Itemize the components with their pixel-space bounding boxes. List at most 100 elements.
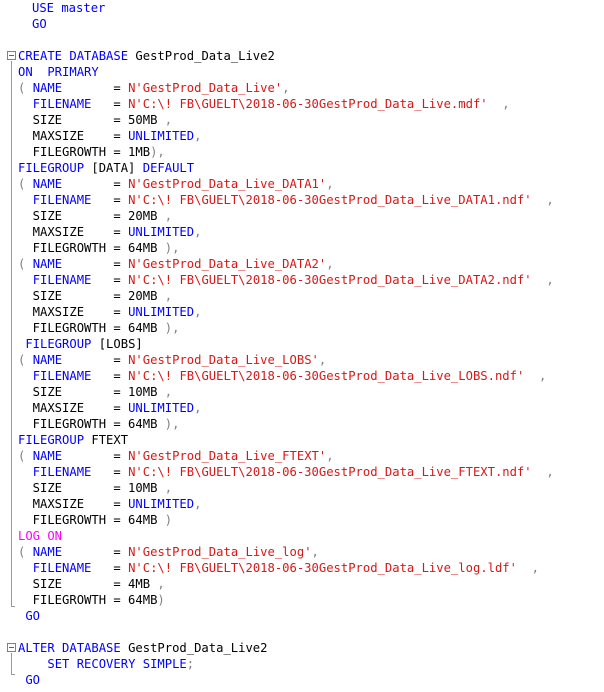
- code-line[interactable]: SIZE = 10MB ,: [0, 384, 604, 400]
- code-token: =: [62, 545, 129, 559]
- code-token: MAXSIZE =: [18, 401, 129, 415]
- code-token: ,: [311, 545, 319, 559]
- code-token: ALTER DATABASE: [18, 641, 129, 655]
- code-line[interactable]: FILENAME = N'C:\! FB\GUELT\2018-06-30Ges…: [0, 560, 604, 576]
- code-token: FTEXT: [91, 433, 129, 447]
- code-line[interactable]: MAXSIZE = UNLIMITED,: [0, 400, 604, 416]
- code-token: USE master: [32, 1, 106, 15]
- code-token: UNLIMITED: [128, 305, 195, 319]
- code-token: GestProd_Data_Live2: [135, 49, 275, 63]
- code-line[interactable]: CREATE DATABASE GestProd_Data_Live2: [0, 48, 604, 64]
- code-line[interactable]: MAXSIZE = UNLIMITED,: [0, 128, 604, 144]
- code-token: SIZE = 10MB: [18, 385, 158, 399]
- code-line[interactable]: FILEGROWTH = 64MB ),: [0, 416, 604, 432]
- code-line[interactable]: MAXSIZE = UNLIMITED,: [0, 224, 604, 240]
- code-token: ),: [157, 321, 180, 335]
- code-line[interactable]: ON PRIMARY: [0, 64, 604, 80]
- code-token: FILEGROUP: [18, 161, 92, 175]
- code-line[interactable]: FILENAME = N'C:\! FB\GUELT\2018-06-30Ges…: [0, 192, 604, 208]
- code-token: FILEGROWTH = 64MB: [18, 321, 158, 335]
- code-token: =: [62, 353, 129, 367]
- code-line[interactable]: FILEGROWTH = 64MB ),: [0, 240, 604, 256]
- sql-code-editor[interactable]: USE master GO CREATE DATABASE GestProd_Da…: [0, 0, 604, 692]
- code-token: N'GestProd_Data_Live_DATA2': [128, 257, 327, 271]
- code-token: ): [157, 513, 173, 527]
- code-token: ,: [531, 465, 554, 479]
- code-token: =: [62, 449, 129, 463]
- code-line[interactable]: ( NAME = N'GestProd_Data_Live_LOBS',: [0, 352, 604, 368]
- code-line[interactable]: GO: [0, 608, 604, 624]
- code-line[interactable]: FILEGROUP [LOBS]: [0, 336, 604, 352]
- code-token: MAXSIZE =: [18, 497, 129, 511]
- code-line[interactable]: FILEGROUP FTEXT: [0, 432, 604, 448]
- code-token: N'GestProd_Data_Live': [128, 81, 283, 95]
- code-token: [LOBS]: [98, 337, 143, 351]
- code-token: N'GestProd_Data_Live_log': [128, 545, 312, 559]
- code-token: ,: [157, 385, 173, 399]
- code-token: =: [91, 273, 129, 287]
- code-token: GO: [32, 17, 47, 31]
- code-line[interactable]: FILEGROWTH = 1MB),: [0, 144, 604, 160]
- code-line[interactable]: FILEGROWTH = 64MB ): [0, 512, 604, 528]
- code-token: ON PRIMARY: [18, 65, 99, 79]
- code-line[interactable]: SIZE = 20MB ,: [0, 288, 604, 304]
- code-line[interactable]: SIZE = 10MB ,: [0, 480, 604, 496]
- code-line[interactable]: GO: [0, 16, 604, 32]
- code-token: SIZE = 20MB: [18, 209, 158, 223]
- code-line[interactable]: FILEGROWTH = 64MB): [0, 592, 604, 608]
- code-line[interactable]: [0, 32, 604, 48]
- code-token: N'C:\! FB\GUELT\2018-06-30GestProd_Data_…: [128, 465, 532, 479]
- code-token: ,: [194, 129, 202, 143]
- code-token: FILEGROWTH = 1MB: [18, 145, 151, 159]
- code-line[interactable]: LOG ON: [0, 528, 604, 544]
- code-token: UNLIMITED: [128, 401, 195, 415]
- code-line[interactable]: SIZE = 4MB ,: [0, 576, 604, 592]
- code-token: GO: [18, 609, 41, 623]
- code-token: ),: [157, 241, 180, 255]
- code-token: NAME: [32, 545, 63, 559]
- code-token: ,: [326, 177, 334, 191]
- code-line[interactable]: GO: [0, 672, 604, 688]
- code-line[interactable]: [0, 624, 604, 640]
- code-line[interactable]: ( NAME = N'GestProd_Data_Live_log',: [0, 544, 604, 560]
- code-line[interactable]: FILEGROUP [DATA] DEFAULT: [0, 160, 604, 176]
- code-line[interactable]: FILENAME = N'C:\! FB\GUELT\2018-06-30Ges…: [0, 272, 604, 288]
- code-token: FILENAME: [32, 97, 92, 111]
- code-token: FILENAME: [32, 193, 92, 207]
- code-line[interactable]: FILEGROWTH = 64MB ),: [0, 320, 604, 336]
- code-token: NAME: [32, 81, 63, 95]
- code-line[interactable]: FILENAME = N'C:\! FB\GUELT\2018-06-30Ges…: [0, 96, 604, 112]
- code-token: FILEGROWTH = 64MB: [18, 593, 158, 607]
- code-line[interactable]: ( NAME = N'GestProd_Data_Live_DATA2',: [0, 256, 604, 272]
- code-token: =: [62, 257, 129, 271]
- code-token: =: [62, 81, 129, 95]
- code-token: =: [62, 177, 129, 191]
- code-line[interactable]: ALTER DATABASE GestProd_Data_Live2: [0, 640, 604, 656]
- code-token: UNLIMITED: [128, 225, 195, 239]
- code-line[interactable]: SIZE = 20MB ,: [0, 208, 604, 224]
- code-token: ,: [531, 273, 554, 287]
- code-token: SIZE = 50MB: [18, 113, 158, 127]
- code-text-area[interactable]: USE master GO CREATE DATABASE GestProd_Da…: [0, 0, 604, 688]
- code-token: UNLIMITED: [128, 129, 195, 143]
- code-line[interactable]: ( NAME = N'GestProd_Data_Live_DATA1',: [0, 176, 604, 192]
- code-token: ,: [487, 97, 510, 111]
- code-line[interactable]: ( NAME = N'GestProd_Data_Live_FTEXT',: [0, 448, 604, 464]
- code-line[interactable]: USE master: [0, 0, 604, 16]
- code-token: (: [18, 81, 33, 95]
- code-line[interactable]: SET RECOVERY SIMPLE;: [0, 656, 604, 672]
- code-line[interactable]: ( NAME = N'GestProd_Data_Live',: [0, 80, 604, 96]
- code-line[interactable]: MAXSIZE = UNLIMITED,: [0, 496, 604, 512]
- code-token: ,: [157, 113, 173, 127]
- code-line[interactable]: FILENAME = N'C:\! FB\GUELT\2018-06-30Ges…: [0, 368, 604, 384]
- code-token: NAME: [32, 353, 63, 367]
- code-line[interactable]: FILENAME = N'C:\! FB\GUELT\2018-06-30Ges…: [0, 464, 604, 480]
- code-line[interactable]: MAXSIZE = UNLIMITED,: [0, 304, 604, 320]
- code-line[interactable]: SIZE = 50MB ,: [0, 112, 604, 128]
- code-token: ): [157, 593, 165, 607]
- code-token: ,: [326, 257, 334, 271]
